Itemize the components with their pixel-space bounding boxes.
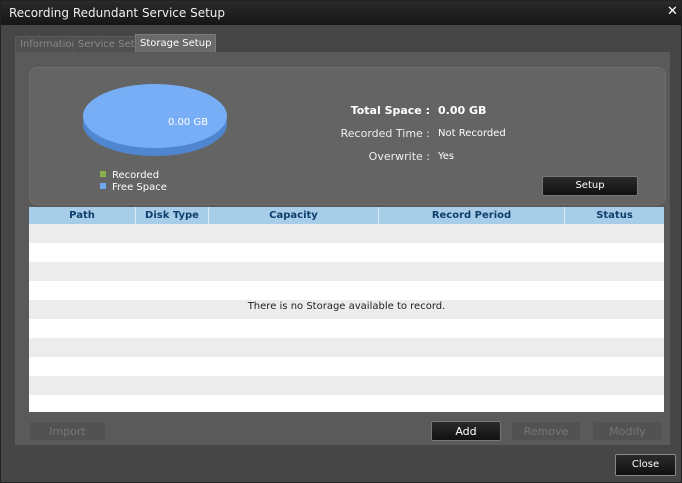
storage-summary-panel: 0.00 GB Recorded Free Space Total Space … <box>29 67 666 205</box>
table-row <box>29 376 664 395</box>
table-row <box>29 224 664 243</box>
total-space-value: 0.00 GB <box>438 104 487 117</box>
column-header-disk-type[interactable]: Disk Type <box>136 207 209 224</box>
table-row <box>29 395 664 412</box>
column-header-path[interactable]: Path <box>29 207 136 224</box>
pie-legend: Recorded Free Space <box>100 170 167 194</box>
close-icon[interactable]: ✕ <box>667 4 681 20</box>
table-row <box>29 338 664 357</box>
legend-item-free-space: Free Space <box>100 182 167 194</box>
overwrite-value: Yes <box>438 151 455 162</box>
dialog-window: Recording Redundant Service Setup ✕ Info… <box>0 0 682 483</box>
storage-table: Path Disk Type Capacity Record Period St… <box>29 207 664 412</box>
overwrite-label: Overwrite : <box>368 150 430 163</box>
recorded-swatch-icon <box>100 171 106 177</box>
column-header-status[interactable]: Status <box>565 207 664 224</box>
tab-storage-setup[interactable]: Storage Setup <box>135 34 217 53</box>
window-title: Recording Redundant Service Setup <box>9 6 226 20</box>
storage-setup-content: 0.00 GB Recorded Free Space Total Space … <box>15 52 670 445</box>
free-space-swatch-icon <box>100 183 106 189</box>
recorded-time-value: Not Recorded <box>438 128 506 139</box>
total-space-label: Total Space : <box>350 104 430 117</box>
table-row <box>29 262 664 281</box>
setup-button[interactable]: Setup <box>542 176 638 196</box>
column-header-record-period[interactable]: Record Period <box>379 207 565 224</box>
table-row <box>29 319 664 338</box>
import-button[interactable]: Import <box>29 421 106 441</box>
close-button[interactable]: Close <box>615 454 676 476</box>
modify-button[interactable]: Modify <box>592 421 663 441</box>
table-row <box>29 243 664 262</box>
add-button[interactable]: Add <box>431 421 501 441</box>
legend-free-space-label: Free Space <box>112 182 167 193</box>
remove-button[interactable]: Remove <box>511 421 581 441</box>
legend-item-recorded: Recorded <box>100 170 167 182</box>
table-row <box>29 357 664 376</box>
legend-recorded-label: Recorded <box>112 170 160 181</box>
empty-table-message: There is no Storage available to record. <box>247 301 446 312</box>
title-bar: Recording Redundant Service Setup ✕ <box>1 1 681 25</box>
column-header-capacity[interactable]: Capacity <box>209 207 379 224</box>
pie-value-label: 0.00 GB <box>168 117 209 128</box>
table-header: Path Disk Type Capacity Record Period St… <box>29 207 664 224</box>
table-row <box>29 281 664 300</box>
recorded-time-label: Recorded Time : <box>340 127 430 140</box>
